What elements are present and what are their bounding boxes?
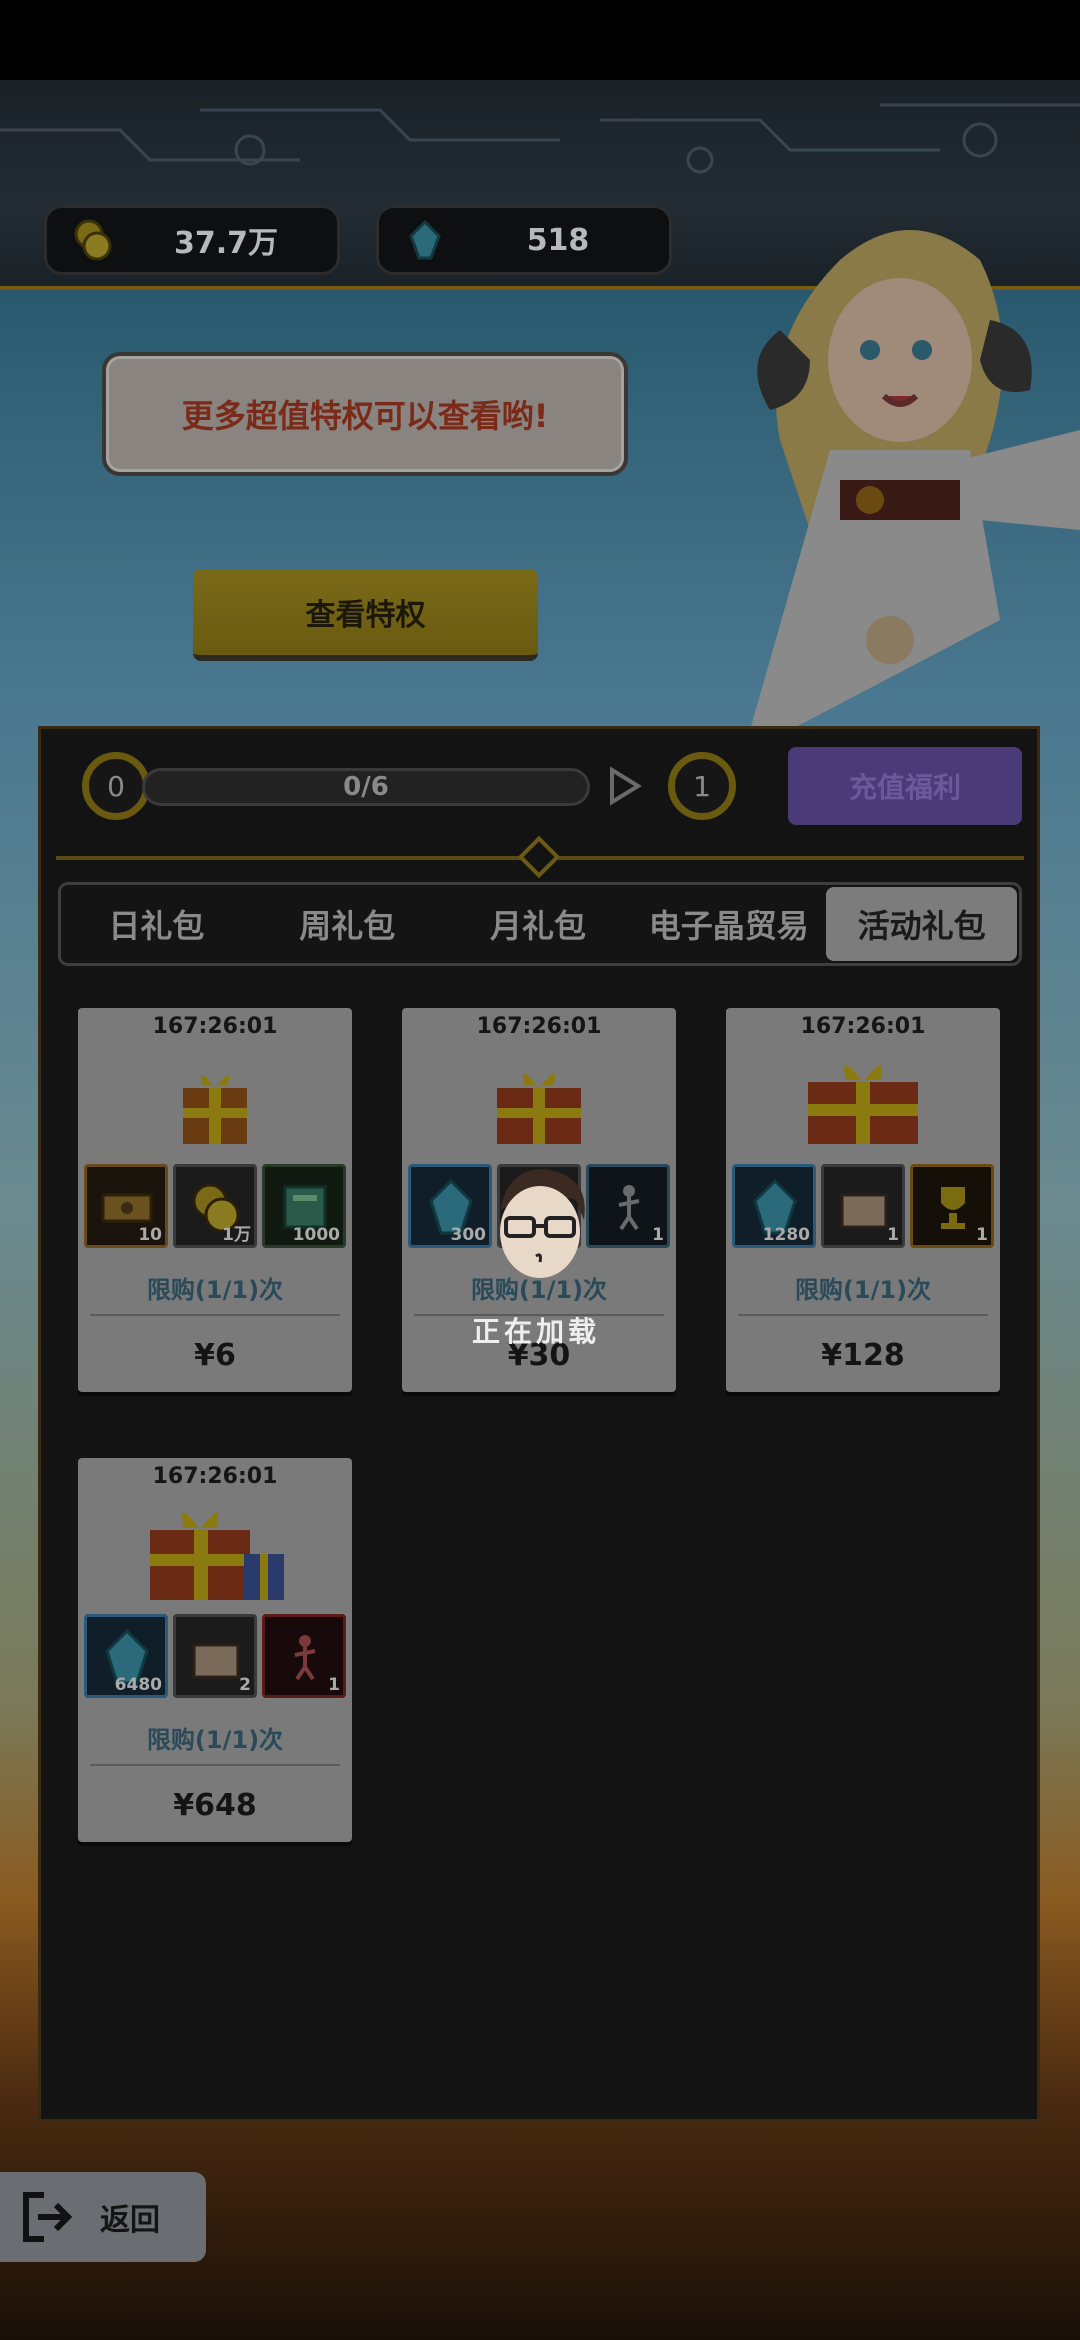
gift-box-icon [808, 1065, 918, 1144]
circuit-decoration [0, 103, 1080, 174]
chest-icon [192, 1643, 240, 1679]
character-illustration [750, 230, 1080, 730]
item-count: 6480 [114, 1675, 162, 1695]
promo-text: 更多超值特权可以查看哟! [181, 397, 549, 435]
promo-speech-bubble: 更多超值特权可以查看哟! [102, 352, 628, 476]
gold-value: 37.7万 [173, 226, 279, 261]
item-count: 10 [138, 1225, 162, 1245]
pack-items: 1280 1 1 [732, 1164, 994, 1248]
item-count: 1 [652, 1225, 664, 1245]
item-slot[interactable]: 1000 [262, 1164, 346, 1248]
item-slot[interactable]: 1 [910, 1164, 994, 1248]
pack-timer: 167:26:01 [152, 1464, 278, 1489]
view-privileges-button[interactable]: 查看特权 [193, 569, 538, 661]
pack-timer: 167:26:01 [800, 1014, 926, 1039]
pack-price[interactable]: ¥6 [78, 1338, 352, 1373]
card-divider [90, 1764, 340, 1766]
progress-end-badge: 1 [668, 752, 736, 820]
gift-box-icon [183, 1074, 247, 1144]
pack-timer: 167:26:01 [476, 1014, 602, 1039]
loading-text: 正在加载 [472, 1315, 601, 1348]
item-slot[interactable]: 1万 [173, 1164, 257, 1248]
progress-bar: 0/6 [142, 768, 590, 806]
tab-monthly[interactable]: 月礼包 [443, 885, 634, 963]
pack-tabs: 日礼包 周礼包 月礼包 电子晶贸易 活动礼包 [58, 882, 1022, 966]
trophy-icon [941, 1187, 965, 1229]
pack-card-128[interactable]: 167:26:01 1280 1 1 限购(1/1)次 ¥128 [726, 1008, 1000, 1392]
progress-start-badge: 0 [82, 752, 150, 820]
play-arrow-icon [610, 766, 642, 806]
back-button[interactable]: 返回 [0, 2172, 206, 2262]
item-slot[interactable]: 2 [173, 1614, 257, 1698]
gold-coin-icon [74, 219, 112, 261]
pack-items: 10 1万 1000 [84, 1164, 346, 1248]
gem-counter[interactable]: 518 [376, 205, 672, 275]
tab-crystal-trade[interactable]: 电子晶贸易 [633, 885, 824, 963]
item-count: 1 [887, 1225, 899, 1245]
item-count: 1280 [762, 1225, 810, 1245]
pack-card-648[interactable]: 167:26:01 6480 2 1 限购(1/1)次 ¥648 [78, 1458, 352, 1842]
item-slot[interactable]: 6480 [84, 1614, 168, 1698]
item-slot[interactable]: 10 [84, 1164, 168, 1248]
pack-timer: 167:26:01 [152, 1014, 278, 1039]
tab-weekly[interactable]: 周礼包 [252, 885, 443, 963]
back-label: 返回 [100, 2203, 160, 2238]
tab-event[interactable]: 活动礼包 [826, 887, 1017, 961]
gift-box-icon [150, 1512, 284, 1600]
loading-mascot-icon [500, 1169, 585, 1278]
item-slot[interactable]: 1 [821, 1164, 905, 1248]
figure-icon [618, 1185, 640, 1231]
recharge-bonus-button[interactable]: 充值福利 [788, 747, 1022, 825]
item-count: 1万 [222, 1225, 251, 1245]
gold-counter[interactable]: 37.7万 [44, 205, 340, 275]
pack-price[interactable]: ¥128 [726, 1338, 1000, 1373]
purchase-limit: 限购(1/1)次 [794, 1276, 932, 1304]
crystal-icon [409, 219, 441, 260]
card-divider [738, 1314, 988, 1316]
item-count: 2 [239, 1675, 251, 1695]
pack-card-6[interactable]: 167:26:01 10 1万 1000 限购(1/1)次 ¥6 [78, 1008, 352, 1392]
item-count: 1000 [292, 1225, 340, 1245]
item-count: 1 [328, 1675, 340, 1695]
gift-box-icon [497, 1073, 581, 1144]
item-count: 1 [976, 1225, 988, 1245]
item-slot[interactable]: 1 [262, 1614, 346, 1698]
pack-items: 6480 2 1 [84, 1614, 346, 1698]
purchase-limit: 限购(1/1)次 [146, 1276, 284, 1304]
figure-icon [294, 1635, 316, 1681]
gem-value: 518 [526, 222, 590, 258]
chest-icon [840, 1193, 888, 1229]
purchase-limit: 限购(1/1)次 [146, 1726, 284, 1754]
tab-daily[interactable]: 日礼包 [61, 885, 252, 963]
item-slot[interactable]: 1280 [732, 1164, 816, 1248]
card-divider [90, 1314, 340, 1316]
pack-price[interactable]: ¥648 [78, 1788, 352, 1823]
exit-icon [23, 2192, 73, 2242]
